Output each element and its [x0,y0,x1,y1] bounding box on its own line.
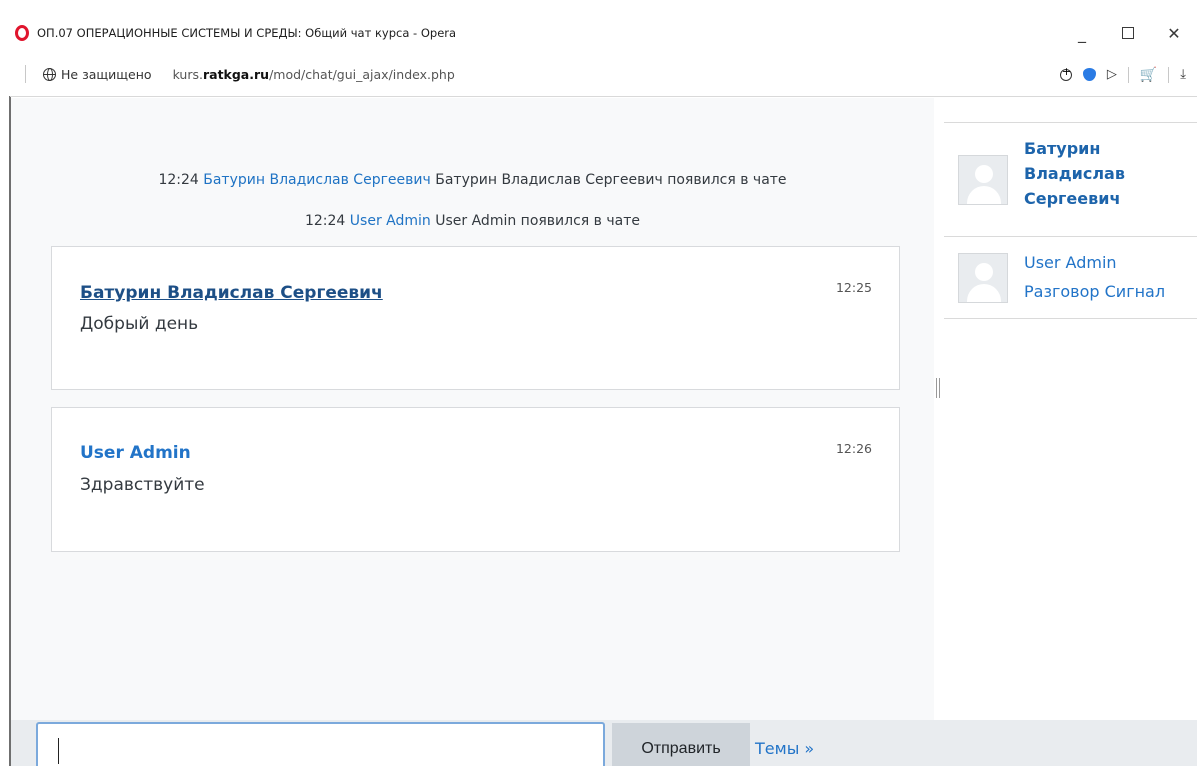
url-field[interactable]: kurs.ratkga.ru/mod/chat/gui_ajax/index.p… [173,67,455,82]
message-author-link[interactable]: User Admin [80,443,191,463]
avatar-body [967,186,1001,204]
maximize-icon [1122,27,1134,39]
message-text: Здравствуйте [80,475,205,495]
maximize-button[interactable] [1105,14,1151,52]
address-bar: Не защищено kurs.ratkga.ru/mod/chat/gui_… [10,52,1197,97]
security-status[interactable]: Не защищено [61,67,152,82]
avatar-body [967,284,1001,302]
system-message-user-link[interactable]: User Admin [350,213,431,229]
users-list-panel: Батурин Владислав Сергеевич User Admin Р… [944,98,1197,720]
system-message-text: User Admin появился в чате [435,213,640,229]
message-time: 12:25 [835,280,872,295]
user-name-link[interactable]: Батурин Владислав Сергеевич [1024,136,1144,211]
themes-link[interactable]: Темы » [755,739,814,758]
send-button[interactable]: Отправить [612,723,750,766]
system-message-time: 12:24 [304,213,346,229]
toolbar-separator [1127,66,1129,83]
cart-icon[interactable]: 🛒 [1140,67,1157,83]
user-avatar-icon[interactable] [958,155,1008,205]
system-message-user-link[interactable]: Батурин Владислав Сергеевич [203,172,431,188]
chat-message-card: Батурин Владислав Сергеевич 12:25 Добрый… [51,246,900,390]
close-button[interactable]: ✕ [1151,14,1197,52]
user-list-item: Батурин Владислав Сергеевич [944,123,1197,237]
message-author-link[interactable]: Батурин Владислав Сергеевич [80,283,383,303]
minimize-button[interactable]: _ [1059,14,1105,52]
globe-icon[interactable] [43,67,56,81]
url-path: /mod/chat/gui_ajax/index.php [269,66,455,82]
browser-window: ОП.07 ОПЕРАЦИОННЫЕ СИСТЕМЫ И СРЕДЫ: Общи… [0,0,1197,766]
panel-resize-handle[interactable] [936,378,940,398]
system-message: 12:24 Батурин Владислав Сергеевич Батури… [11,172,934,188]
download-icon[interactable]: ⤓ [1180,67,1186,82]
message-input[interactable] [36,722,605,766]
zoom-icon[interactable] [1059,65,1072,81]
user-avatar-icon[interactable] [958,253,1008,303]
address-bar-tools: ▷ 🛒 ⤓ [1059,52,1197,97]
chat-message-card: User Admin 12:26 Здравствуйте [51,407,900,552]
opera-logo-icon [15,25,29,41]
vpn-shield-icon[interactable] [1082,68,1096,81]
system-message: 12:24 User Admin User Admin появился в ч… [11,213,934,229]
title-bar: ОП.07 ОПЕРАЦИОННЫЕ СИСТЕМЫ И СРЕДЫ: Общи… [10,14,1197,52]
avatar-head [975,263,993,281]
avatar-head [975,165,993,183]
url-prefix: kurs. [172,66,203,82]
text-caret [58,738,59,764]
close-icon: ✕ [1167,23,1181,43]
system-message-time: 12:24 [158,172,199,188]
user-actions-links[interactable]: Разговор Сигнал [1024,282,1165,301]
window-title: ОП.07 ОПЕРАЦИОННЫЕ СИСТЕМЫ И СРЕДЫ: Общи… [37,26,457,40]
chat-messages-area[interactable]: 12:24 Батурин Владислав Сергеевич Батури… [11,98,934,720]
url-domain: ratkga.ru [202,66,270,82]
toolbar-separator [1168,66,1170,83]
send-icon[interactable]: ▷ [1107,67,1117,82]
window-controls: _ ✕ [1059,14,1197,52]
message-text: Добрый день [80,314,199,334]
minimize-icon: _ [1078,23,1086,43]
user-name-link[interactable]: User Admin [1024,250,1117,275]
address-bar-separator [25,65,26,83]
system-message-text: Батурин Владислав Сергеевич появился в ч… [435,172,787,188]
user-list-item: User Admin Разговор Сигнал [944,237,1197,319]
message-time: 12:26 [835,441,872,456]
message-composer: Отправить Темы » [11,720,1197,766]
